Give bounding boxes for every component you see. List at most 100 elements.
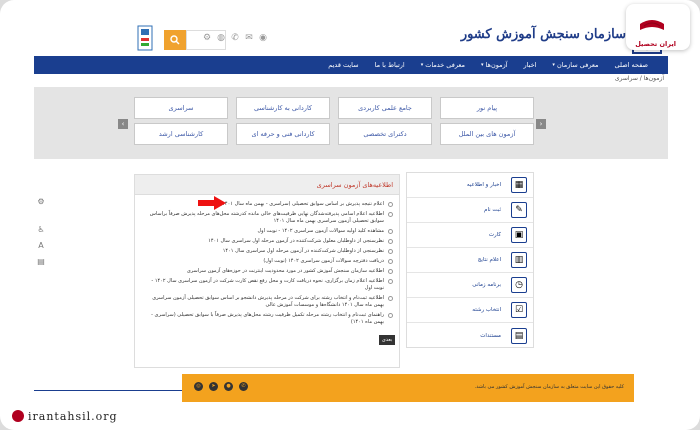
list-item[interactable]: اطلاعیه ثبت‌نام و انتخاب رشته برای شرکت … [141, 295, 393, 309]
bullet-icon [388, 212, 393, 217]
exam-services-menu: ▦ اخبار و اطلاعیه ✎ ثبت نام ▣ کارت ▥ اعل… [406, 172, 534, 348]
site-url: irantahsil.org [28, 409, 118, 423]
settings-icon[interactable]: ⚙ [202, 33, 212, 43]
brand-badge: ایران تحصیل [626, 4, 690, 50]
announcement-link[interactable]: مشاهده کلید اولیه سوالات آزمون سراسری ۱۴… [141, 228, 384, 235]
rss-icon[interactable]: ◉ [258, 33, 268, 43]
slider-prev-button[interactable]: ‹ [118, 119, 128, 129]
exam-button-international[interactable]: آزمون های بین الملل [440, 123, 534, 145]
list-item[interactable]: نظرسنجی از داوطلبان معلول شرکت‌کننده در … [141, 238, 393, 245]
list-item[interactable]: اطلاعیه اعلام اسامی پذیرفته‌شدگان نهایی … [141, 211, 393, 225]
print-icon[interactable]: ▤ [36, 257, 46, 267]
bullet-icon [388, 296, 393, 301]
bullet-icon [388, 239, 393, 244]
telegram-icon[interactable]: ➤ [209, 382, 218, 391]
card-icon: ▣ [511, 227, 527, 243]
announcements-header: اطلاعیه‌های آزمون سراسری [135, 175, 399, 195]
announcements-list: اعلام نتیجه پذیرش بر اساس سوابق تحصیلی (… [135, 195, 399, 326]
search-button[interactable] [164, 30, 186, 50]
menu-label: ثبت نام [484, 207, 501, 213]
nav-news[interactable]: اخبار [516, 61, 545, 69]
font-size-icon[interactable]: A [36, 241, 46, 251]
results-icon: ▥ [511, 252, 527, 268]
menu-item-card[interactable]: ▣ کارت [407, 223, 533, 248]
announcement-link[interactable]: دریافت دفترچه سوالات آزمون سراسری ۱۴۰۲ (… [141, 258, 384, 265]
nav-about[interactable]: معرفی سازمان ▾ [544, 61, 606, 69]
graduation-cap-icon [640, 20, 664, 30]
list-item[interactable]: مشاهده کلید اولیه سوالات آزمون سراسری ۱۴… [141, 228, 393, 235]
exam-button-payame-noor[interactable]: پیام نور [440, 97, 534, 119]
menu-item-registration[interactable]: ✎ ثبت نام [407, 198, 533, 223]
site-header: سازمان سنجش آموزش کشور ⚙ ◍ ✆ ✉ ◉ [40, 18, 670, 60]
menu-label: اخبار و اطلاعیه [466, 182, 501, 188]
exam-button-associate-to-bachelor[interactable]: کاردانی به کارشناسی [236, 97, 330, 119]
site-footer: ◎ ➤ ● ✆ کلیه حقوق این سایت متعلق به سازم… [182, 374, 634, 402]
globe-icon [12, 410, 24, 422]
announcements-panel: اطلاعیه‌های آزمون سراسری اعلام نتیجه پذی… [134, 174, 400, 368]
screenshot-frame: سازمان سنجش آموزش کشور ⚙ ◍ ✆ ✉ ◉ صفحه اص… [0, 0, 700, 430]
announcement-link[interactable]: راهنمای ثبت‌نام و انتخاب رشته مرحله تکمی… [141, 312, 384, 326]
nav-news-label: اخبار [523, 61, 537, 69]
menu-item-documents[interactable]: ▤ مستندات [407, 323, 533, 348]
menu-item-schedule[interactable]: ◷ برنامه زمانی [407, 273, 533, 298]
slider-next-button[interactable]: › [536, 119, 546, 129]
red-arrow-icon [198, 196, 226, 210]
menu-item-news[interactable]: ▦ اخبار و اطلاعیه [407, 173, 533, 198]
bullet-icon [388, 249, 393, 254]
nav-about-label: معرفی سازمان [556, 61, 599, 69]
list-item[interactable]: نظرسنجی از داوطلبان شرکت‌کننده در آزمون … [141, 248, 393, 255]
menu-item-results[interactable]: ▥ اعلام نتایج [407, 248, 533, 273]
announcement-link[interactable]: اطلاعیه ثبت‌نام و انتخاب رشته برای شرکت … [141, 295, 384, 309]
emblem-icon [137, 25, 153, 51]
announcements-title: اطلاعیه‌های آزمون سراسری [316, 180, 393, 189]
bullet-icon [388, 202, 393, 207]
exam-button-applied-science[interactable]: جامع علمی کاربردی [338, 97, 432, 119]
menu-label: کارت [488, 232, 501, 238]
list-item[interactable]: راهنمای ثبت‌نام و انتخاب رشته مرحله تکمی… [141, 312, 393, 326]
nav-services[interactable]: معرفی خدمات ▾ [413, 61, 473, 69]
list-item[interactable]: اطلاعیه سازمان سنجش آموزش کشور در مورد م… [141, 268, 393, 275]
phone-icon[interactable]: ✆ [230, 33, 240, 43]
announcement-link[interactable]: نظرسنجی از داوطلبان شرکت‌کننده در آزمون … [141, 248, 384, 255]
brand-name: ایران تحصیل [635, 40, 676, 48]
menu-label: برنامه زمانی [472, 282, 501, 288]
copyright-text: کلیه حقوق این سایت متعلق به سازمان سنجش … [474, 384, 624, 390]
nav-home[interactable]: صفحه اصلی [607, 61, 656, 69]
globe-icon[interactable]: ◍ [216, 33, 226, 43]
nav-old-site-label: سایت قدیم [328, 61, 359, 69]
menu-label: اعلام نتایج [477, 257, 501, 263]
exam-button-technical[interactable]: کاردانی فنی و حرفه ای [236, 123, 330, 145]
bullet-icon [388, 259, 393, 264]
instagram-icon[interactable]: ◎ [194, 382, 203, 391]
side-toolbar: ⚙ ♿ A ▤ [36, 197, 46, 273]
exam-button-masters[interactable]: کارشناسی ارشد [134, 123, 228, 145]
social-links: ◎ ➤ ● ✆ [194, 382, 248, 391]
nav-old-site[interactable]: سایت قدیم [320, 61, 366, 69]
announcement-link[interactable]: اعلام نتیجه پذیرش بر اساس سوابق تحصیلی (… [141, 201, 384, 208]
list-item[interactable]: اعلام نتیجه پذیرش بر اساس سوابق تحصیلی (… [141, 201, 393, 208]
announcement-link[interactable]: نظرسنجی از داوطلبان معلول شرکت‌کننده در … [141, 238, 384, 245]
bullet-icon [388, 269, 393, 274]
announcement-link[interactable]: اطلاعیه اعلام زمان برگزاری، نحوه دریافت … [141, 278, 384, 292]
menu-label: انتخاب رشته [472, 307, 501, 313]
menu-item-selection[interactable]: ☑ انتخاب رشته [407, 298, 533, 323]
accessibility-icon[interactable]: ♿ [36, 225, 46, 235]
breadcrumb[interactable]: آزمون‌ها / سراسری [615, 75, 664, 82]
chevron-down-icon: ▾ [481, 62, 484, 68]
next-page-button[interactable]: بعدی [379, 335, 395, 345]
exam-button-phd[interactable]: دکترای تخصصی [338, 123, 432, 145]
list-item[interactable]: اطلاعیه اعلام زمان برگزاری، نحوه دریافت … [141, 278, 393, 292]
whatsapp-icon[interactable]: ✆ [239, 382, 248, 391]
nav-exams[interactable]: آزمون‌ها ▾ [473, 61, 515, 69]
mail-icon[interactable]: ✉ [244, 33, 254, 43]
list-item[interactable]: دریافت دفترچه سوالات آزمون سراسری ۱۴۰۲ (… [141, 258, 393, 265]
announcement-link[interactable]: اطلاعیه اعلام اسامی پذیرفته‌شدگان نهایی … [141, 211, 384, 225]
announcement-link[interactable]: اطلاعیه سازمان سنجش آموزش کشور در مورد م… [141, 268, 384, 275]
settings-icon[interactable]: ⚙ [36, 197, 46, 207]
footer-divider [34, 390, 182, 391]
nav-contact[interactable]: ارتباط با ما [367, 61, 413, 69]
main-nav: صفحه اصلی معرفی سازمان ▾ اخبار آزمون‌ها ▾ … [34, 56, 668, 74]
aparat-icon[interactable]: ● [224, 382, 233, 391]
exam-button-sarasari[interactable]: سراسری [134, 97, 228, 119]
chevron-down-icon: ▾ [552, 62, 555, 68]
